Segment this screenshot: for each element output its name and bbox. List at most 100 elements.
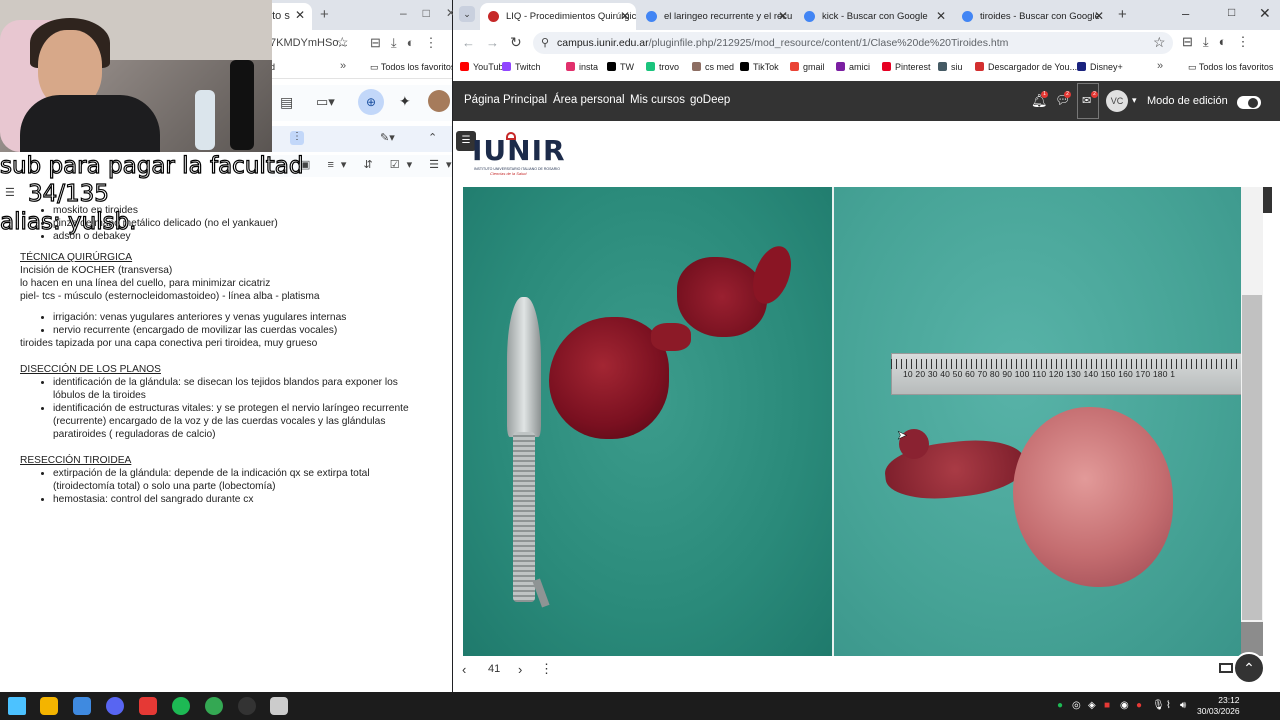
spotify-icon[interactable]: [172, 697, 190, 715]
list-item: identificación de la glándula: se diseca…: [53, 376, 430, 402]
mic-icon[interactable]: 🎙︎: [1152, 700, 1165, 711]
tab-search-icon[interactable]: ⌄: [459, 6, 475, 22]
tab-procedimientos[interactable]: LIQ - Procedimientos Quirúrgic ✕: [480, 3, 636, 30]
tab-close-icon[interactable]: ✕: [936, 9, 946, 23]
settings-icon[interactable]: [270, 697, 288, 715]
bookmark-label: Pinterest: [895, 62, 931, 72]
more-tools-icon[interactable]: ⋮: [290, 131, 304, 145]
page-number[interactable]: 41: [488, 663, 500, 675]
bookmark-amici[interactable]: amici: [836, 62, 870, 72]
comments-icon[interactable]: ▤: [280, 94, 293, 111]
volume-icon[interactable]: 🔊︎: [1180, 700, 1186, 711]
bookmark-cs-med[interactable]: cs med: [692, 62, 734, 72]
back-to-top-button[interactable]: ⌃: [1233, 652, 1265, 684]
tray-icon[interactable]: ■: [1104, 700, 1110, 711]
back-icon[interactable]: ←: [462, 35, 475, 50]
bookmark-label: Twitch: [515, 62, 541, 72]
photo-divider: [832, 187, 834, 656]
extension-icons[interactable]: ⊟⤓◐⋮: [1182, 34, 1260, 50]
tab-laringeo[interactable]: el laringeo recurrente y el recu ✕: [638, 3, 794, 30]
thyroid-isthmus: [651, 323, 691, 351]
nav-personal-link[interactable]: Área personal: [553, 94, 625, 106]
edit-mode-icon[interactable]: ✎▾: [380, 131, 395, 144]
bookmark-star-icon[interactable]: ☆: [1153, 34, 1166, 51]
chrome-icon[interactable]: [205, 697, 223, 715]
share-icon[interactable]: ⊕: [358, 89, 384, 115]
site-info-icon[interactable]: ⚲: [541, 36, 549, 49]
bookmark-tw[interactable]: TW: [607, 62, 634, 72]
nav-godeep-link[interactable]: goDeep: [690, 94, 730, 106]
all-bookmarks[interactable]: ▭ Todos los favoritos: [1188, 62, 1273, 73]
obs-icon[interactable]: [238, 697, 256, 715]
tab-close-icon[interactable]: ✕: [778, 9, 788, 23]
left-toolbar-icons[interactable]: ⊟⤓◐⋮: [370, 35, 448, 51]
bookmark-insta[interactable]: insta: [566, 62, 598, 72]
gemini-icon[interactable]: ✦: [399, 93, 411, 110]
app-red-icon[interactable]: [139, 697, 157, 715]
mail-icon[interactable]: ✉: [1082, 94, 1091, 107]
minimize-icon[interactable]: –: [1182, 6, 1189, 21]
windows-icon[interactable]: [8, 697, 26, 715]
bookmark-trovo[interactable]: trovo: [646, 62, 679, 72]
file-explorer-icon[interactable]: [40, 697, 58, 715]
bookmark-favicon-icon: [938, 62, 947, 71]
system-clock[interactable]: 23:12 30/03/2026: [1197, 695, 1240, 717]
google-icon: [804, 11, 815, 22]
forward-icon[interactable]: →: [486, 35, 499, 50]
tray-icon[interactable]: ◉: [1120, 700, 1129, 711]
cam-bottle: [195, 90, 215, 150]
bookmark-disney[interactable]: Disney+: [1077, 62, 1123, 72]
tray-icon[interactable]: ●: [1136, 700, 1142, 711]
close-icon[interactable]: ✕: [1259, 5, 1271, 22]
bookmark-tiktok[interactable]: TikTok: [740, 62, 779, 72]
bookmark-pinterest[interactable]: Pinterest: [882, 62, 931, 72]
list-item: extirpación de la glándula: depende de l…: [53, 467, 430, 493]
wifi-icon[interactable]: ⌇: [1166, 700, 1171, 711]
discord-icon[interactable]: [106, 697, 124, 715]
bookmark-favicon-icon: [740, 62, 749, 71]
bookmark-favicon-icon: [882, 62, 891, 71]
tray-icon[interactable]: ◈: [1088, 700, 1096, 711]
left-all-bookmarks[interactable]: ▭ Todos los favoritos: [370, 62, 455, 73]
previous-page-icon[interactable]: ‹: [462, 662, 466, 677]
left-new-tab-button[interactable]: +: [320, 6, 329, 23]
bookmark-favicon-icon: [460, 62, 469, 71]
url-text[interactable]: campus.iunir.edu.ar/pluginfile.php/21292…: [557, 37, 1008, 49]
more-options-icon[interactable]: ⋮: [540, 661, 553, 677]
doc-avatar[interactable]: [428, 90, 450, 112]
tab-close-icon[interactable]: ✕: [1094, 9, 1104, 23]
spotify-tray-icon[interactable]: ●: [1057, 700, 1063, 711]
tab-tiroides[interactable]: tiroides - Buscar con Google ✕: [954, 3, 1110, 30]
left-bookmark-star-icon[interactable]: ☆: [336, 34, 349, 51]
edit-mode-label: Modo de edición: [1147, 95, 1228, 107]
tab-close-icon[interactable]: ✕: [620, 9, 630, 23]
bookmark-twitch[interactable]: Twitch: [502, 62, 541, 72]
nav-courses-link[interactable]: Mis cursos: [630, 94, 685, 106]
chevron-down-icon[interactable]: ▾: [1132, 95, 1137, 106]
bookmark-favicon-icon: [607, 62, 616, 71]
store-icon[interactable]: [73, 697, 91, 715]
bookmark-gmail[interactable]: gmail: [790, 62, 825, 72]
present-icon[interactable]: [1219, 663, 1233, 673]
nav-home-link[interactable]: Página Principal: [464, 94, 547, 106]
bookmark-more-icon[interactable]: »: [1157, 60, 1163, 72]
site-logo[interactable]: IUNIR: [472, 134, 566, 167]
whatsapp-tray-icon[interactable]: ◎: [1072, 700, 1081, 711]
left-bookmark-more-icon[interactable]: »: [340, 60, 346, 72]
section-heading: TÉCNICA QUIRÚRGICA: [20, 252, 133, 263]
new-tab-button[interactable]: +: [1118, 6, 1127, 23]
document-body[interactable]: moskito en tiroides pinza de mano metáli…: [20, 204, 430, 506]
tab-label: el laringeo recurrente y el recu: [664, 11, 793, 22]
bookmark-descargador-de-you[interactable]: Descargador de You...: [975, 62, 1077, 72]
left-tab-close-icon[interactable]: ✕: [295, 8, 305, 22]
next-page-icon[interactable]: ›: [518, 662, 522, 677]
maximize-icon[interactable]: □: [1228, 5, 1235, 19]
bookmark-label: siu: [951, 62, 963, 72]
scrollbar-thumb[interactable]: [1242, 295, 1262, 620]
reload-icon[interactable]: ↻: [510, 34, 522, 51]
bookmark-siu[interactable]: siu: [938, 62, 963, 72]
meet-icon[interactable]: ▭▾: [316, 94, 335, 110]
collapse-menu-icon[interactable]: ⌃: [428, 131, 437, 144]
tab-kick[interactable]: kick - Buscar con Google ✕: [796, 3, 952, 30]
user-avatar[interactable]: VC: [1106, 90, 1128, 112]
